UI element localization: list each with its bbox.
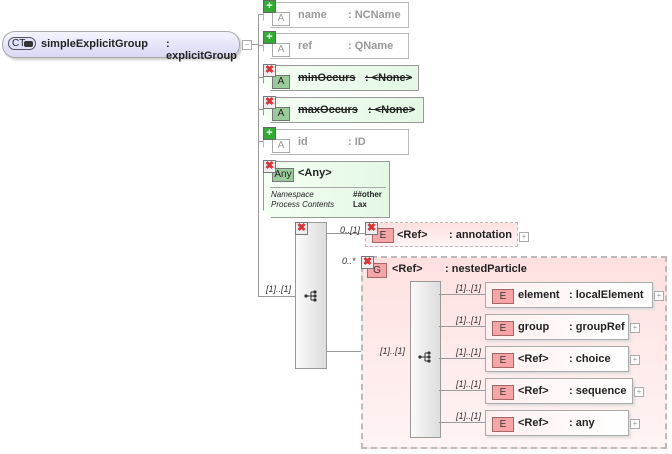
expand-button[interactable]: + [519,232,529,242]
connector [325,351,361,352]
occurrence-label: [1]..[1] [456,379,482,389]
process-contents-value: Lax [353,200,367,209]
sequence-compositor[interactable] [295,222,327,369]
expand-button[interactable]: + [630,419,640,429]
element-name: <Ref> [518,353,549,365]
attribute-maxoccurs[interactable]: A maxOccurs : <None> [263,97,424,123]
element-icon: E [492,353,514,368]
sequence-icon [418,351,431,363]
attribute-icon: A [272,75,290,89]
connector [439,358,485,359]
node-type: : explicitGroup [166,38,237,62]
occurrence-label: [1]..[1] [456,347,482,357]
annotation-element[interactable]: E <Ref> : annotation [365,222,518,247]
attribute-type: : <None> [368,104,416,116]
attribute-icon: A [272,139,290,153]
connector [258,296,295,297]
attribute-type: : QName [348,40,394,52]
attribute-name[interactable]: A name : NCName [263,2,409,28]
element-type: : localElement [569,289,644,301]
element-icon: E [492,417,514,432]
element-name: element [518,289,560,301]
element-type: : groupRef [569,321,625,333]
attribute-id[interactable]: A id : ID [263,129,409,155]
occurrence-label: 0..[1] [340,225,361,235]
attribute-type: : <None> [365,72,413,84]
attribute-type: : NCName [348,9,401,21]
added-icon: + [263,0,276,13]
connector [439,390,485,391]
occurrence-label: [1]..[1] [456,315,482,325]
element-icon: E [492,321,514,336]
any-attribute[interactable]: Any <Any> Namespace ##other Process Cont… [263,161,390,218]
element-type: : sequence [569,385,627,397]
occurrence-label: [1]..[1] [266,284,292,294]
added-icon: + [263,127,276,140]
removed-icon: ✖ [263,160,276,173]
occurrence-label: [1]..[1] [456,283,482,293]
complex-type-node[interactable]: CT simpleExplicitGroup : explicitGroup [2,31,240,62]
process-contents-label: Process Contents [271,200,335,209]
any-label: <Any> [298,167,332,179]
attribute-label: maxOccurs [298,104,358,116]
expand-button[interactable]: + [630,323,640,333]
element-icon: E [492,385,514,400]
removed-icon: ✖ [365,222,378,235]
connector [439,422,485,423]
added-icon: + [263,31,276,44]
element-groupref[interactable]: E group : groupRef [485,314,629,340]
expand-button[interactable]: + [634,387,644,397]
attribute-ref[interactable]: A ref : QName [263,33,409,59]
attribute-label: name [298,9,327,21]
element-type: : choice [569,353,611,365]
removed-icon: ✖ [361,256,374,269]
element-type: : annotation [449,229,512,241]
attribute-type: : ID [348,136,366,148]
element-sequence[interactable]: E <Ref> : sequence [485,378,633,404]
occurrence-label: 0..* [342,256,356,266]
node-name: simpleExplicitGroup [41,38,148,50]
element-name: <Ref> [397,229,428,241]
expand-button[interactable]: + [630,355,640,365]
connector [439,326,485,327]
element-type: : any [569,417,595,429]
group-type: : nestedParticle [445,263,527,275]
element-name: <Ref> [518,385,549,397]
occurrence-label: [1]..[1] [456,411,482,421]
removed-icon: ✖ [263,96,276,109]
attribute-label: id [298,136,308,148]
attribute-icon: A [272,43,290,57]
element-any[interactable]: E <Ref> : any [485,410,629,436]
attribute-minoccurs[interactable]: A minOccurs : <None> [263,65,419,91]
connector [258,14,259,296]
element-name: <Ref> [518,417,549,429]
occurrence-label: [1]..[1] [380,346,406,356]
namespace-value: ##other [353,190,382,199]
divider [270,187,386,188]
element-name: group [518,321,550,333]
nested-sequence-compositor[interactable] [410,281,441,438]
element-icon: E [492,289,514,304]
sequence-icon [304,290,317,302]
attribute-icon: A [272,107,290,121]
removed-icon: ✖ [263,64,276,77]
attribute-label: minOccurs [298,72,356,84]
complex-type-icon: CT [8,37,36,50]
group-name: <Ref> [392,263,423,275]
connector [439,294,485,295]
attribute-label: ref [298,40,313,52]
attribute-icon: A [272,12,290,26]
expand-button[interactable]: + [654,291,664,301]
removed-icon: ✖ [295,222,308,235]
element-choice[interactable]: E <Ref> : choice [485,346,629,372]
element-localelement[interactable]: E element : localElement [485,282,653,308]
collapse-button[interactable]: − [242,40,252,50]
namespace-label: Namespace [271,190,314,199]
